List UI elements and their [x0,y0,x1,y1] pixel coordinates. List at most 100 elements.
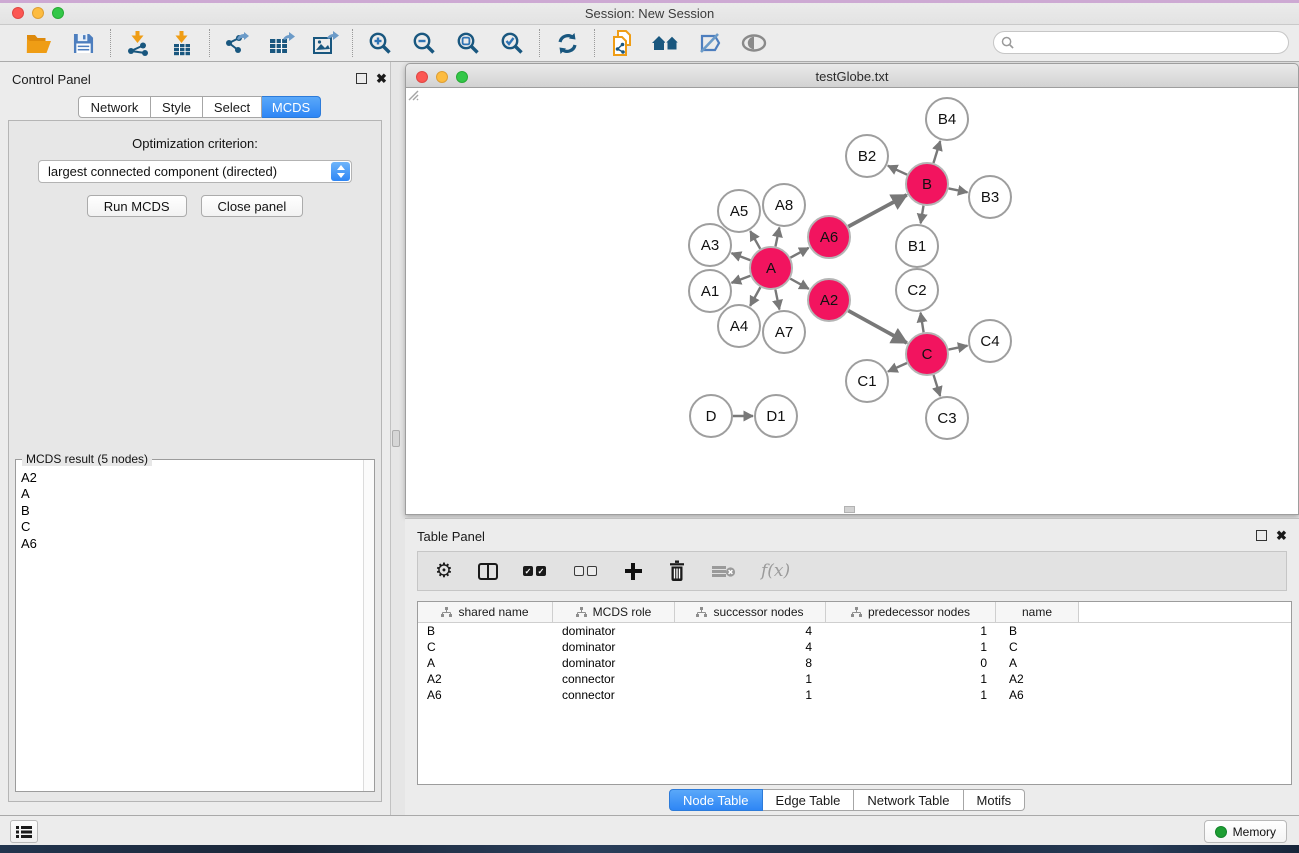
graph-edge-C-C1[interactable] [888,363,907,372]
search-input[interactable] [1018,34,1288,52]
mcds-result-item[interactable]: A6 [21,536,358,552]
column-label: successor nodes [713,605,803,619]
zoom-out-button[interactable] [407,28,441,58]
show-task-history-button[interactable] [10,820,38,843]
close-panel-button[interactable]: Close panel [201,195,304,217]
export-network-icon [224,31,250,56]
graph-node-label: B3 [981,189,999,206]
show-graphics-details-button[interactable] [737,28,771,58]
graph-node-label: A1 [701,283,719,300]
import-table-button[interactable] [165,28,199,58]
graph-edge-A-A8[interactable] [775,228,779,247]
graph-node-label: A [766,260,776,277]
graph-edge-B-B1[interactable] [921,206,924,224]
graph-edge-A-A1[interactable] [732,276,751,283]
tab-node-table[interactable]: Node Table [669,789,763,811]
network-canvas[interactable]: B4B2BB3A5A8A6A3B1AA1C2A2A4A7C4CC1C3DD1 [405,88,1299,515]
graph-edge-A-A3[interactable] [732,253,751,260]
tab-select[interactable]: Select [203,96,262,118]
select-all-button[interactable]: ✓✓ [523,566,549,576]
deselect-all-button[interactable] [574,566,600,576]
result-scrollbar[interactable] [363,460,374,791]
column-header-predecessor-nodes[interactable]: predecessor nodes [826,602,996,622]
refresh-layout-button[interactable] [550,28,584,58]
horizontal-scrollbar-thumb[interactable] [844,506,855,513]
tab-network-table[interactable]: Network Table [854,789,963,811]
tab-style[interactable]: Style [151,96,203,118]
toolbar-search[interactable] [993,31,1289,54]
table-row[interactable]: Cdominator41C [418,639,1291,655]
graph-edge-A6-B[interactable] [848,195,906,227]
open-session-button[interactable] [22,28,56,58]
export-table-button[interactable] [264,28,298,58]
graph-edge-B-B4[interactable] [933,141,940,163]
graph-node-label: C3 [937,410,956,427]
mcds-result-list: A2ABCA6 [17,468,362,790]
delete-columns-button[interactable] [667,560,687,582]
graph-edge-B-B3[interactable] [949,188,968,192]
zoom-selected-icon [500,31,524,55]
table-close-panel-icon[interactable]: ✖ [1276,528,1287,544]
save-session-button[interactable] [66,28,100,58]
column-header-successor-nodes[interactable]: successor nodes [675,602,826,622]
mdi-desktop: Control Panel ✖ Network Style Select MCD… [0,62,1299,815]
graph-edge-C-C3[interactable] [934,375,941,396]
home-networks-icon [651,33,681,53]
table-float-panel-icon[interactable] [1256,530,1267,541]
create-column-button[interactable] [625,563,642,580]
graph-edge-A-A7[interactable] [775,290,779,310]
close-panel-icon[interactable]: ✖ [376,71,387,87]
function-builder-button[interactable]: f(x) [761,561,790,581]
tab-motifs[interactable]: Motifs [964,789,1026,811]
hide-labels-button[interactable] [693,28,727,58]
tab-edge-table[interactable]: Edge Table [763,789,855,811]
graph-edge-A-A5[interactable] [750,231,760,249]
network-window: testGlobe.txt B4B2BB3A5A8A6A3B1AA1C2A2A4… [405,63,1299,515]
mcds-result-item[interactable]: A2 [21,470,358,486]
graph-node-label: A7 [775,324,793,341]
delete-table-button[interactable] [712,564,736,578]
show-column-button[interactable] [478,563,498,580]
optimization-criterion-select[interactable]: largest connected component (directed) [38,160,352,183]
run-mcds-button[interactable]: Run MCDS [87,195,187,217]
graph-edge-A2-C[interactable] [848,311,907,343]
column-header-mcds-role[interactable]: MCDS role [553,602,675,622]
graph-edge-A-A2[interactable] [790,279,809,289]
column-header-shared-name[interactable]: shared name [418,602,553,622]
mcds-result-item[interactable]: C [21,519,358,535]
network-window-titlebar[interactable]: testGlobe.txt [405,63,1299,88]
zoom-fit-button[interactable] [451,28,485,58]
tab-mcds[interactable]: MCDS [262,96,321,118]
table-row[interactable]: A2connector11A2 [418,671,1291,687]
column-header-name[interactable]: name [996,602,1079,622]
graph-edge-A-A4[interactable] [750,287,760,306]
table-row[interactable]: Bdominator41B [418,623,1291,639]
resize-grip-icon[interactable] [406,88,419,101]
graph-edge-A-A6[interactable] [790,248,808,258]
table-row[interactable]: Adominator80A [418,655,1291,671]
import-network-button[interactable] [121,28,155,58]
table-cell: B [996,623,1079,639]
show-all-networks-button[interactable] [649,28,683,58]
mcds-result-item[interactable]: A [21,486,358,502]
table-cell: 8 [675,655,826,671]
zoom-selected-button[interactable] [495,28,529,58]
graph-edge-B-B2[interactable] [888,166,907,175]
export-image-button[interactable] [308,28,342,58]
graph-edge-C-C4[interactable] [949,346,968,350]
selected-criterion: largest connected component (directed) [48,164,277,179]
tab-network[interactable]: Network [78,96,151,118]
graph-node-label: C4 [980,333,999,350]
table-row[interactable]: A6connector11A6 [418,687,1291,703]
mcds-result-item[interactable]: B [21,503,358,519]
splitter-handle[interactable] [392,430,400,447]
export-network-button[interactable] [220,28,254,58]
float-panel-icon[interactable] [356,73,367,84]
graph-edge-C-C2[interactable] [921,313,924,333]
table-cell: 1 [675,671,826,687]
table-options-button[interactable]: ⚙ [435,561,453,581]
memory-button[interactable]: Memory [1204,820,1287,843]
new-session-button[interactable] [605,28,639,58]
table-cell: A2 [418,671,553,687]
zoom-in-button[interactable] [363,28,397,58]
